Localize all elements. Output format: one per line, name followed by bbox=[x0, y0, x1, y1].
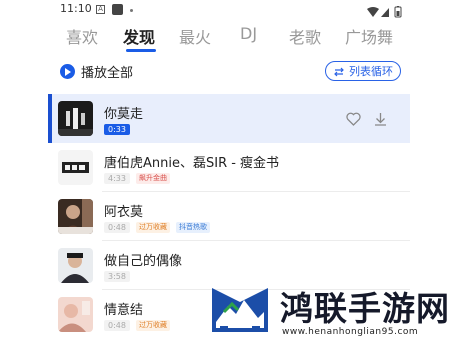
song-meta: 0:48 过万收藏 bbox=[104, 320, 170, 331]
song-tag: 飙升金曲 bbox=[135, 173, 170, 184]
tab-likes[interactable]: 喜欢 bbox=[66, 24, 98, 48]
song-duration: 0:48 bbox=[104, 222, 130, 233]
notification-dot-icon bbox=[130, 9, 133, 12]
song-meta: 3:58 bbox=[104, 271, 130, 282]
song-meta: 0:33 bbox=[104, 124, 130, 135]
tab-hottest[interactable]: 最火 bbox=[179, 24, 211, 48]
wifi-signal-battery-icon bbox=[367, 6, 402, 18]
watermark-url: www.henanhonglian95.com bbox=[282, 327, 419, 337]
song-tag: 过万收藏 bbox=[135, 222, 170, 233]
song-meta: 0:48 过万收藏 抖音热歌 bbox=[104, 222, 210, 233]
album-cover bbox=[58, 248, 93, 283]
watermark-title: 鸿联手游网 bbox=[280, 289, 450, 328]
download-icon[interactable] bbox=[374, 111, 387, 130]
song-tag: 抖音热歌 bbox=[175, 222, 210, 233]
notification-a-icon: A bbox=[96, 5, 105, 14]
song-duration: 3:58 bbox=[104, 271, 130, 282]
song-title: 你莫走 bbox=[104, 107, 144, 122]
tab-old-songs[interactable]: 老歌 bbox=[289, 24, 321, 48]
album-cover bbox=[58, 101, 93, 136]
album-cover bbox=[58, 150, 93, 185]
song-duration: 0:33 bbox=[104, 124, 130, 135]
tab-active-indicator bbox=[126, 49, 156, 52]
now-playing-indicator bbox=[48, 94, 52, 143]
status-right-icons bbox=[366, 3, 406, 22]
heart-icon[interactable] bbox=[346, 111, 361, 130]
play-all-label: 播放全部 bbox=[81, 66, 134, 81]
song-row[interactable]: 唐伯虎Annie、磊SIR - 瘦金书 4:33 飙升金曲 bbox=[48, 143, 410, 192]
loop-mode-label: 列表循环 bbox=[349, 65, 393, 78]
album-cover bbox=[58, 199, 93, 234]
song-meta: 4:33 飙升金曲 bbox=[104, 173, 170, 184]
song-row[interactable]: 阿衣莫 0:48 过万收藏 抖音热歌 bbox=[48, 192, 410, 241]
song-title: 做自己的偶像 bbox=[104, 254, 183, 269]
status-time: 11:10 bbox=[60, 2, 92, 15]
watermark-logo-icon bbox=[210, 282, 272, 342]
play-icon bbox=[60, 64, 75, 79]
song-title: 唐伯虎Annie、磊SIR - 瘦金书 bbox=[104, 156, 280, 171]
play-all-button[interactable]: 播放全部 bbox=[60, 62, 133, 81]
category-tabs: 喜欢 发现 最火 DJ 老歌 广场舞 bbox=[0, 24, 458, 52]
song-title: 情意结 bbox=[104, 303, 144, 318]
album-cover bbox=[58, 297, 93, 332]
song-duration: 4:33 bbox=[104, 173, 130, 184]
tab-discover[interactable]: 发现 bbox=[123, 24, 155, 48]
tab-dj[interactable]: DJ bbox=[240, 24, 257, 43]
loop-mode-button[interactable]: 列表循环 bbox=[325, 61, 401, 81]
tab-square-dance[interactable]: 广场舞 bbox=[345, 24, 393, 48]
song-tag: 过万收藏 bbox=[135, 320, 170, 331]
song-row[interactable]: 你莫走 0:33 bbox=[48, 94, 410, 143]
status-bar: 11:10 A bbox=[0, 0, 458, 20]
loop-icon bbox=[333, 62, 345, 81]
notification-app-icon bbox=[112, 4, 123, 15]
song-duration: 0:48 bbox=[104, 320, 130, 331]
song-title: 阿衣莫 bbox=[104, 205, 144, 220]
site-watermark: 鸿联手游网 www.henanhonglian95.com bbox=[210, 280, 458, 343]
